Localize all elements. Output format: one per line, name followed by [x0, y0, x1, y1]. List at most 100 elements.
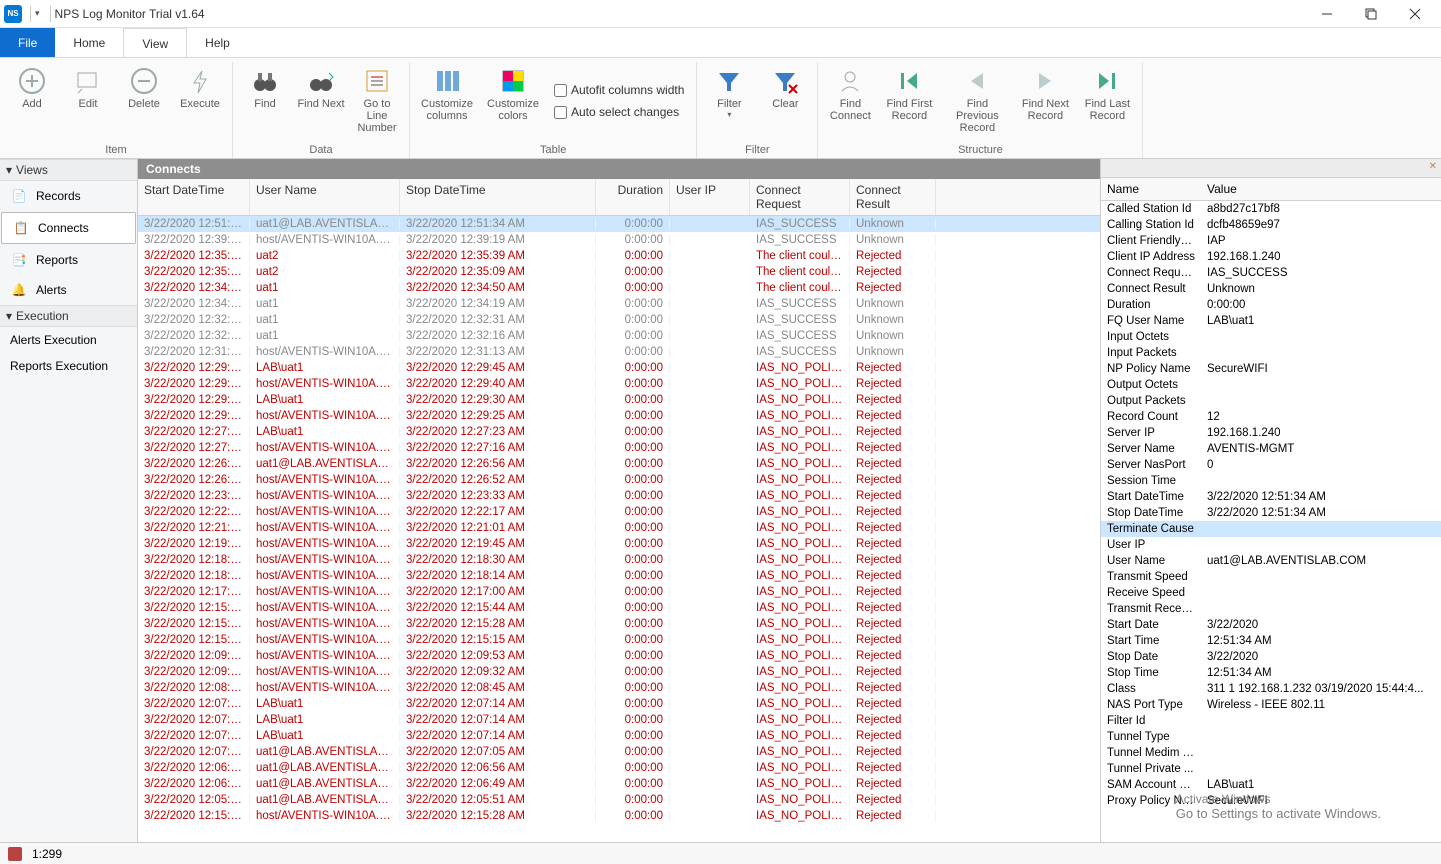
table-row[interactable]: 3/22/2020 12:07:1...LAB\uat13/22/2020 12…: [138, 696, 1100, 712]
col-start-datetime[interactable]: Start DateTime: [138, 179, 250, 215]
table-row[interactable]: 3/22/2020 12:08:4...host/AVENTIS-WIN10A.…: [138, 680, 1100, 696]
table-row[interactable]: 3/22/2020 12:31:1...host/AVENTIS-WIN10A.…: [138, 344, 1100, 360]
details-row[interactable]: Server NameAVENTIS-MGMT: [1101, 441, 1441, 457]
edit-button[interactable]: Edit: [62, 62, 114, 140]
goto-line-button[interactable]: Go to Line Number: [351, 62, 403, 140]
qat-dropdown-icon[interactable]: ▾: [35, 8, 40, 19]
col-stop-datetime[interactable]: Stop DateTime: [400, 179, 596, 215]
details-row[interactable]: Output Packets: [1101, 393, 1441, 409]
tab-view[interactable]: View: [123, 28, 187, 57]
customize-colors-button[interactable]: Customize colors: [482, 62, 544, 140]
table-row[interactable]: 3/22/2020 12:05:5...uat1@LAB.AVENTISLAB.…: [138, 792, 1100, 808]
details-row[interactable]: Record Count12: [1101, 409, 1441, 425]
table-row[interactable]: 3/22/2020 12:34:5...uat13/22/2020 12:34:…: [138, 280, 1100, 296]
table-row[interactable]: 3/22/2020 12:39:1...host/AVENTIS-WIN10A.…: [138, 232, 1100, 248]
details-row[interactable]: Calling Station Iddcfb48659e97: [1101, 217, 1441, 233]
find-first-record-button[interactable]: Find First Record: [880, 62, 938, 140]
find-next-record-button[interactable]: Find Next Record: [1016, 62, 1074, 140]
details-row[interactable]: NAS Port TypeWireless - IEEE 802.11: [1101, 697, 1441, 713]
table-row[interactable]: 3/22/2020 12:15:1...host/AVENTIS-WIN10A.…: [138, 632, 1100, 648]
table-row[interactable]: 3/22/2020 12:07:0...uat1@LAB.AVENTISLAB.…: [138, 744, 1100, 760]
details-row[interactable]: Receive Speed: [1101, 585, 1441, 601]
find-last-record-button[interactable]: Find Last Record: [1078, 62, 1136, 140]
details-close-bar[interactable]: [1101, 159, 1441, 177]
details-row[interactable]: Client IP Address192.168.1.240: [1101, 249, 1441, 265]
details-row[interactable]: Transmit Speed: [1101, 569, 1441, 585]
details-row[interactable]: Session Time: [1101, 473, 1441, 489]
table-row[interactable]: 3/22/2020 12:35:3...uat23/22/2020 12:35:…: [138, 248, 1100, 264]
details-row[interactable]: Start DateTime3/22/2020 12:51:34 AM: [1101, 489, 1441, 505]
table-row[interactable]: 3/22/2020 12:27:2...LAB\uat13/22/2020 12…: [138, 424, 1100, 440]
table-row[interactable]: 3/22/2020 12:09:3...host/AVENTIS-WIN10A.…: [138, 664, 1100, 680]
table-row[interactable]: 3/22/2020 12:26:5...uat1@LAB.AVENTISLAB.…: [138, 456, 1100, 472]
table-row[interactable]: 3/22/2020 12:15:4...host/AVENTIS-WIN10A.…: [138, 600, 1100, 616]
details-row[interactable]: Called Station Ida8bd27c17bf8: [1101, 201, 1441, 217]
col-user-ip[interactable]: User IP: [670, 179, 750, 215]
customize-columns-button[interactable]: Customize columns: [416, 62, 478, 140]
table-row[interactable]: 3/22/2020 12:34:1...uat13/22/2020 12:34:…: [138, 296, 1100, 312]
nav-reports-execution[interactable]: Reports Execution: [0, 353, 137, 379]
table-row[interactable]: 3/22/2020 12:06:4...uat1@LAB.AVENTISLAB.…: [138, 776, 1100, 792]
table-row[interactable]: 3/22/2020 12:19:4...host/AVENTIS-WIN10A.…: [138, 536, 1100, 552]
details-body[interactable]: Called Station Ida8bd27c17bf8Calling Sta…: [1101, 201, 1441, 842]
details-row[interactable]: Input Octets: [1101, 329, 1441, 345]
details-row[interactable]: Connect ResultUnknown: [1101, 281, 1441, 297]
details-row[interactable]: Output Octets: [1101, 377, 1441, 393]
table-row[interactable]: 3/22/2020 12:22:1...host/AVENTIS-WIN10A.…: [138, 504, 1100, 520]
details-row[interactable]: Transmit Receiv...: [1101, 601, 1441, 617]
details-row[interactable]: User IP: [1101, 537, 1441, 553]
table-row[interactable]: 3/22/2020 12:18:1...host/AVENTIS-WIN10A.…: [138, 568, 1100, 584]
table-row[interactable]: 3/22/2020 12:26:5...host/AVENTIS-WIN10A.…: [138, 472, 1100, 488]
details-row[interactable]: FQ User NameLAB\uat1: [1101, 313, 1441, 329]
delete-button[interactable]: Delete: [118, 62, 170, 140]
nav-reports[interactable]: 📑Reports: [0, 245, 137, 275]
tab-file[interactable]: File: [0, 28, 55, 57]
details-row[interactable]: Server IP192.168.1.240: [1101, 425, 1441, 441]
details-row[interactable]: Input Packets: [1101, 345, 1441, 361]
table-row[interactable]: 3/22/2020 12:06:5...uat1@LAB.AVENTISLAB.…: [138, 760, 1100, 776]
col-connect-result[interactable]: Connect Result: [850, 179, 936, 215]
grid-body[interactable]: 3/22/2020 12:51:3...uat1@LAB.AVENTISLAB.…: [138, 216, 1100, 842]
find-prev-record-button[interactable]: Find Previous Record: [942, 62, 1012, 140]
autofit-columns-checkbox[interactable]: Autofit columns width: [554, 81, 684, 99]
details-col-value[interactable]: Value: [1201, 178, 1243, 200]
table-row[interactable]: 3/22/2020 12:29:4...LAB\uat13/22/2020 12…: [138, 360, 1100, 376]
add-button[interactable]: Add: [6, 62, 58, 140]
execute-button[interactable]: Execute: [174, 62, 226, 140]
details-col-name[interactable]: Name: [1101, 178, 1201, 200]
details-row[interactable]: Terminate Cause: [1101, 521, 1441, 537]
details-row[interactable]: Start Time12:51:34 AM: [1101, 633, 1441, 649]
details-row[interactable]: Start Date3/22/2020: [1101, 617, 1441, 633]
find-next-button[interactable]: Find Next: [295, 62, 347, 140]
table-row[interactable]: 3/22/2020 12:29:3...LAB\uat13/22/2020 12…: [138, 392, 1100, 408]
filter-button[interactable]: Filter▾: [703, 62, 755, 140]
details-row[interactable]: Filter Id: [1101, 713, 1441, 729]
table-row[interactable]: 3/22/2020 12:07:1...LAB\uat13/22/2020 12…: [138, 728, 1100, 744]
table-row[interactable]: 3/22/2020 12:23:3...host/AVENTIS-WIN10A.…: [138, 488, 1100, 504]
table-row[interactable]: 3/22/2020 12:51:3...uat1@LAB.AVENTISLAB.…: [138, 216, 1100, 232]
details-row[interactable]: NP Policy NameSecureWIFI: [1101, 361, 1441, 377]
table-row[interactable]: 3/22/2020 12:15:2...host/AVENTIS-WIN10A.…: [138, 808, 1100, 824]
table-row[interactable]: 3/22/2020 12:27:1...host/AVENTIS-WIN10A.…: [138, 440, 1100, 456]
details-row[interactable]: Stop Time12:51:34 AM: [1101, 665, 1441, 681]
details-row[interactable]: SAM Account N...LAB\uat1: [1101, 777, 1441, 793]
details-row[interactable]: Proxy Policy NameSecureWIFI: [1101, 793, 1441, 809]
details-row[interactable]: Stop DateTime3/22/2020 12:51:34 AM: [1101, 505, 1441, 521]
auto-select-changes-checkbox[interactable]: Auto select changes: [554, 103, 684, 121]
table-row[interactable]: 3/22/2020 12:21:0...host/AVENTIS-WIN10A.…: [138, 520, 1100, 536]
table-row[interactable]: 3/22/2020 12:07:1...LAB\uat13/22/2020 12…: [138, 712, 1100, 728]
table-row[interactable]: 3/22/2020 12:29:4...host/AVENTIS-WIN10A.…: [138, 376, 1100, 392]
details-row[interactable]: Server NasPort0: [1101, 457, 1441, 473]
details-row[interactable]: Client Friendly N...IAP: [1101, 233, 1441, 249]
tab-help[interactable]: Help: [187, 28, 248, 57]
table-row[interactable]: 3/22/2020 12:17:0...host/AVENTIS-WIN10A.…: [138, 584, 1100, 600]
details-row[interactable]: Tunnel Medim T...: [1101, 745, 1441, 761]
details-row[interactable]: Duration0:00:00: [1101, 297, 1441, 313]
table-row[interactable]: 3/22/2020 12:32:1...uat13/22/2020 12:32:…: [138, 328, 1100, 344]
nav-alerts-execution[interactable]: Alerts Execution: [0, 327, 137, 353]
details-row[interactable]: User Nameuat1@LAB.AVENTISLAB.COM: [1101, 553, 1441, 569]
section-execution[interactable]: ▾Execution: [0, 305, 137, 327]
col-duration[interactable]: Duration: [596, 179, 670, 215]
maximize-button[interactable]: [1349, 0, 1393, 28]
table-row[interactable]: 3/22/2020 12:32:3...uat13/22/2020 12:32:…: [138, 312, 1100, 328]
